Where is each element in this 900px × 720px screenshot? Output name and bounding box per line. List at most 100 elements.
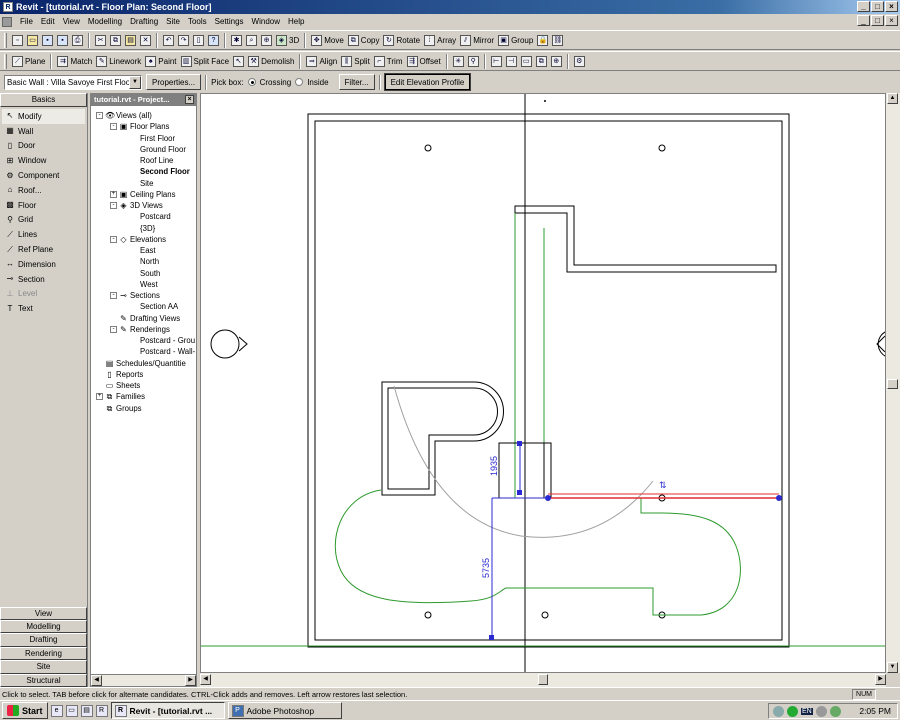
redo-button[interactable]: ↷ xyxy=(176,32,191,49)
orbit-button[interactable]: ✱ xyxy=(229,32,244,49)
tree-node[interactable]: Postcard - Wall- xyxy=(140,346,195,357)
scroll-left-icon[interactable]: ◀ xyxy=(200,674,211,685)
dimension-text-1[interactable]: 1935 xyxy=(489,456,499,476)
design-bar-item-level[interactable]: ⊥ Level xyxy=(2,287,85,302)
menu-window[interactable]: Window xyxy=(248,17,284,26)
chain-button[interactable]: ⛓ xyxy=(550,32,565,49)
menu-settings[interactable]: Settings xyxy=(211,17,248,26)
tree-node[interactable]: Postcard - Grou xyxy=(140,335,195,346)
lock-button[interactable]: 🔒 xyxy=(535,32,550,49)
split-face-button[interactable]: ▥ Split Face xyxy=(179,53,232,70)
vertical-scroll-thumb[interactable] xyxy=(887,379,898,389)
tree-node[interactable]: - ◇ Elevations xyxy=(110,234,166,245)
expand-icon[interactable]: + xyxy=(96,393,103,401)
match-button[interactable]: ⇉ Match xyxy=(55,53,94,70)
scroll-up-icon[interactable]: ▲ xyxy=(887,93,898,104)
snap-button[interactable]: ✳ xyxy=(451,53,466,70)
save-as-button[interactable]: ▪ xyxy=(55,32,70,49)
tree-node[interactable]: ▯ Reports xyxy=(96,369,143,380)
clock[interactable]: 2:05 PM xyxy=(859,706,897,716)
close-button[interactable]: × xyxy=(885,1,898,12)
upper-wall[interactable] xyxy=(514,205,777,273)
doc-close-button[interactable]: × xyxy=(885,15,898,26)
thin-lines-button[interactable]: ▯ xyxy=(191,32,206,49)
design-tab-modelling[interactable]: Modelling xyxy=(0,620,87,634)
tree-node[interactable]: Postcard xyxy=(140,211,171,222)
start-button[interactable]: Start xyxy=(2,702,48,719)
expand-icon[interactable]: + xyxy=(110,190,117,198)
copy-tag-button[interactable]: ⧉ xyxy=(534,53,549,70)
dim-b-button[interactable]: ⊣ xyxy=(504,53,519,70)
paste-button[interactable]: ▤ xyxy=(123,32,138,49)
tray-network-icon[interactable] xyxy=(773,705,784,717)
collapse-icon[interactable]: - xyxy=(110,202,117,209)
tree-node[interactable]: East xyxy=(140,245,156,256)
trim-button[interactable]: ⌐ Trim xyxy=(372,53,405,70)
design-tab-rendering[interactable]: Rendering xyxy=(0,646,87,661)
menu-site[interactable]: Site xyxy=(162,17,184,26)
crossing-radio[interactable] xyxy=(247,78,256,86)
elevation-button[interactable]: ⊕ xyxy=(549,53,564,70)
collapse-icon[interactable]: - xyxy=(110,325,117,333)
delete-button[interactable]: ✕ xyxy=(138,32,153,49)
design-bar-item-wall[interactable]: ▦ Wall xyxy=(2,124,85,139)
collapse-icon[interactable]: - xyxy=(96,112,103,119)
scroll-down-icon[interactable]: ▼ xyxy=(887,662,898,673)
design-bar-item-roof[interactable]: ⌂ Roof... xyxy=(2,183,85,198)
green-curved-wall[interactable] xyxy=(334,489,741,616)
properties-button[interactable]: Properties... xyxy=(146,74,202,90)
canvas-vertical-scrollbar[interactable]: ▲ ▼ xyxy=(886,93,900,673)
tree-node[interactable]: + ⧉ Families xyxy=(96,391,145,402)
split-button[interactable]: ⫼ Split xyxy=(339,53,372,70)
design-bar-item-floor[interactable]: ▩ Floor xyxy=(2,198,85,213)
tree-node[interactable]: + ▣ Ceiling Plans xyxy=(110,189,176,200)
tree-node[interactable]: - ▣ Floor Plans xyxy=(110,121,169,132)
design-bar-item-section[interactable]: ⊸ Section xyxy=(2,272,85,287)
tree-node[interactable]: ⧉ Groups xyxy=(96,403,142,414)
task-revit[interactable]: R Revit - [tutorial.rvt ... xyxy=(110,702,225,719)
save-button[interactable]: ▪ xyxy=(40,32,55,49)
tree-node[interactable]: - 👁 Views (all) xyxy=(96,110,152,121)
tray-status-icon[interactable] xyxy=(787,705,798,717)
scroll-left-icon[interactable]: ◀ xyxy=(91,675,102,686)
task-photoshop[interactable]: P Adobe Photoshop xyxy=(227,702,342,719)
dimension-grip[interactable] xyxy=(489,635,494,640)
tree-node[interactable]: - ⊸ Sections xyxy=(110,290,160,301)
print-button[interactable]: ⎙ xyxy=(70,32,85,49)
drawing-area[interactable]: ⇅ 1935 5735 xyxy=(200,93,886,673)
wall-end-grip[interactable] xyxy=(776,495,782,501)
inside-radio[interactable] xyxy=(295,78,304,86)
document-icon[interactable] xyxy=(2,16,12,27)
copy-button[interactable]: ⧉ Copy xyxy=(346,32,382,49)
design-bar-title[interactable]: Basics xyxy=(0,93,87,107)
menu-edit[interactable]: Edit xyxy=(37,17,59,26)
tree-node[interactable]: - ◈ 3D Views xyxy=(110,200,163,211)
zoom-button[interactable]: ⌕ xyxy=(244,32,259,49)
menu-file[interactable]: File xyxy=(16,17,37,26)
collapse-icon[interactable]: - xyxy=(110,123,117,131)
scroll-right-icon[interactable]: ▶ xyxy=(185,675,196,686)
type-selector[interactable]: Basic Wall : Villa Savoye First Floor ▼ xyxy=(4,74,142,90)
tree-node[interactable]: ▭ Sheets xyxy=(96,380,141,391)
horizontal-scroll-thumb[interactable] xyxy=(538,674,548,685)
design-tab-structural[interactable]: Structural xyxy=(0,673,87,687)
design-tab-drafting[interactable]: Drafting xyxy=(0,633,87,647)
minimize-button[interactable]: _ xyxy=(857,1,870,12)
browser-horizontal-scrollbar[interactable]: ◀ ▶ xyxy=(91,674,196,686)
design-tab-view[interactable]: View xyxy=(0,606,87,621)
design-bar-item-text[interactable]: T Text xyxy=(2,301,85,316)
tree-node[interactable]: South xyxy=(140,268,160,279)
tag-button[interactable]: ▭ xyxy=(519,53,534,70)
language-indicator[interactable]: EN xyxy=(801,707,813,715)
flip-control-icon[interactable]: ⇅ xyxy=(659,480,667,490)
curved-wall-outer[interactable] xyxy=(381,381,504,496)
design-tab-site[interactable]: Site xyxy=(0,660,87,674)
quicklaunch-explorer-icon[interactable]: ▤ xyxy=(80,704,93,717)
tree-node[interactable]: North xyxy=(140,256,159,267)
menu-tools[interactable]: Tools xyxy=(184,17,211,26)
curved-wall-inner[interactable] xyxy=(387,387,498,490)
menu-modelling[interactable]: Modelling xyxy=(84,17,126,26)
elevation-marker-east[interactable] xyxy=(876,331,886,357)
tree-node[interactable]: Section AA xyxy=(140,301,178,312)
pin-button[interactable]: ⚲ xyxy=(466,53,481,70)
